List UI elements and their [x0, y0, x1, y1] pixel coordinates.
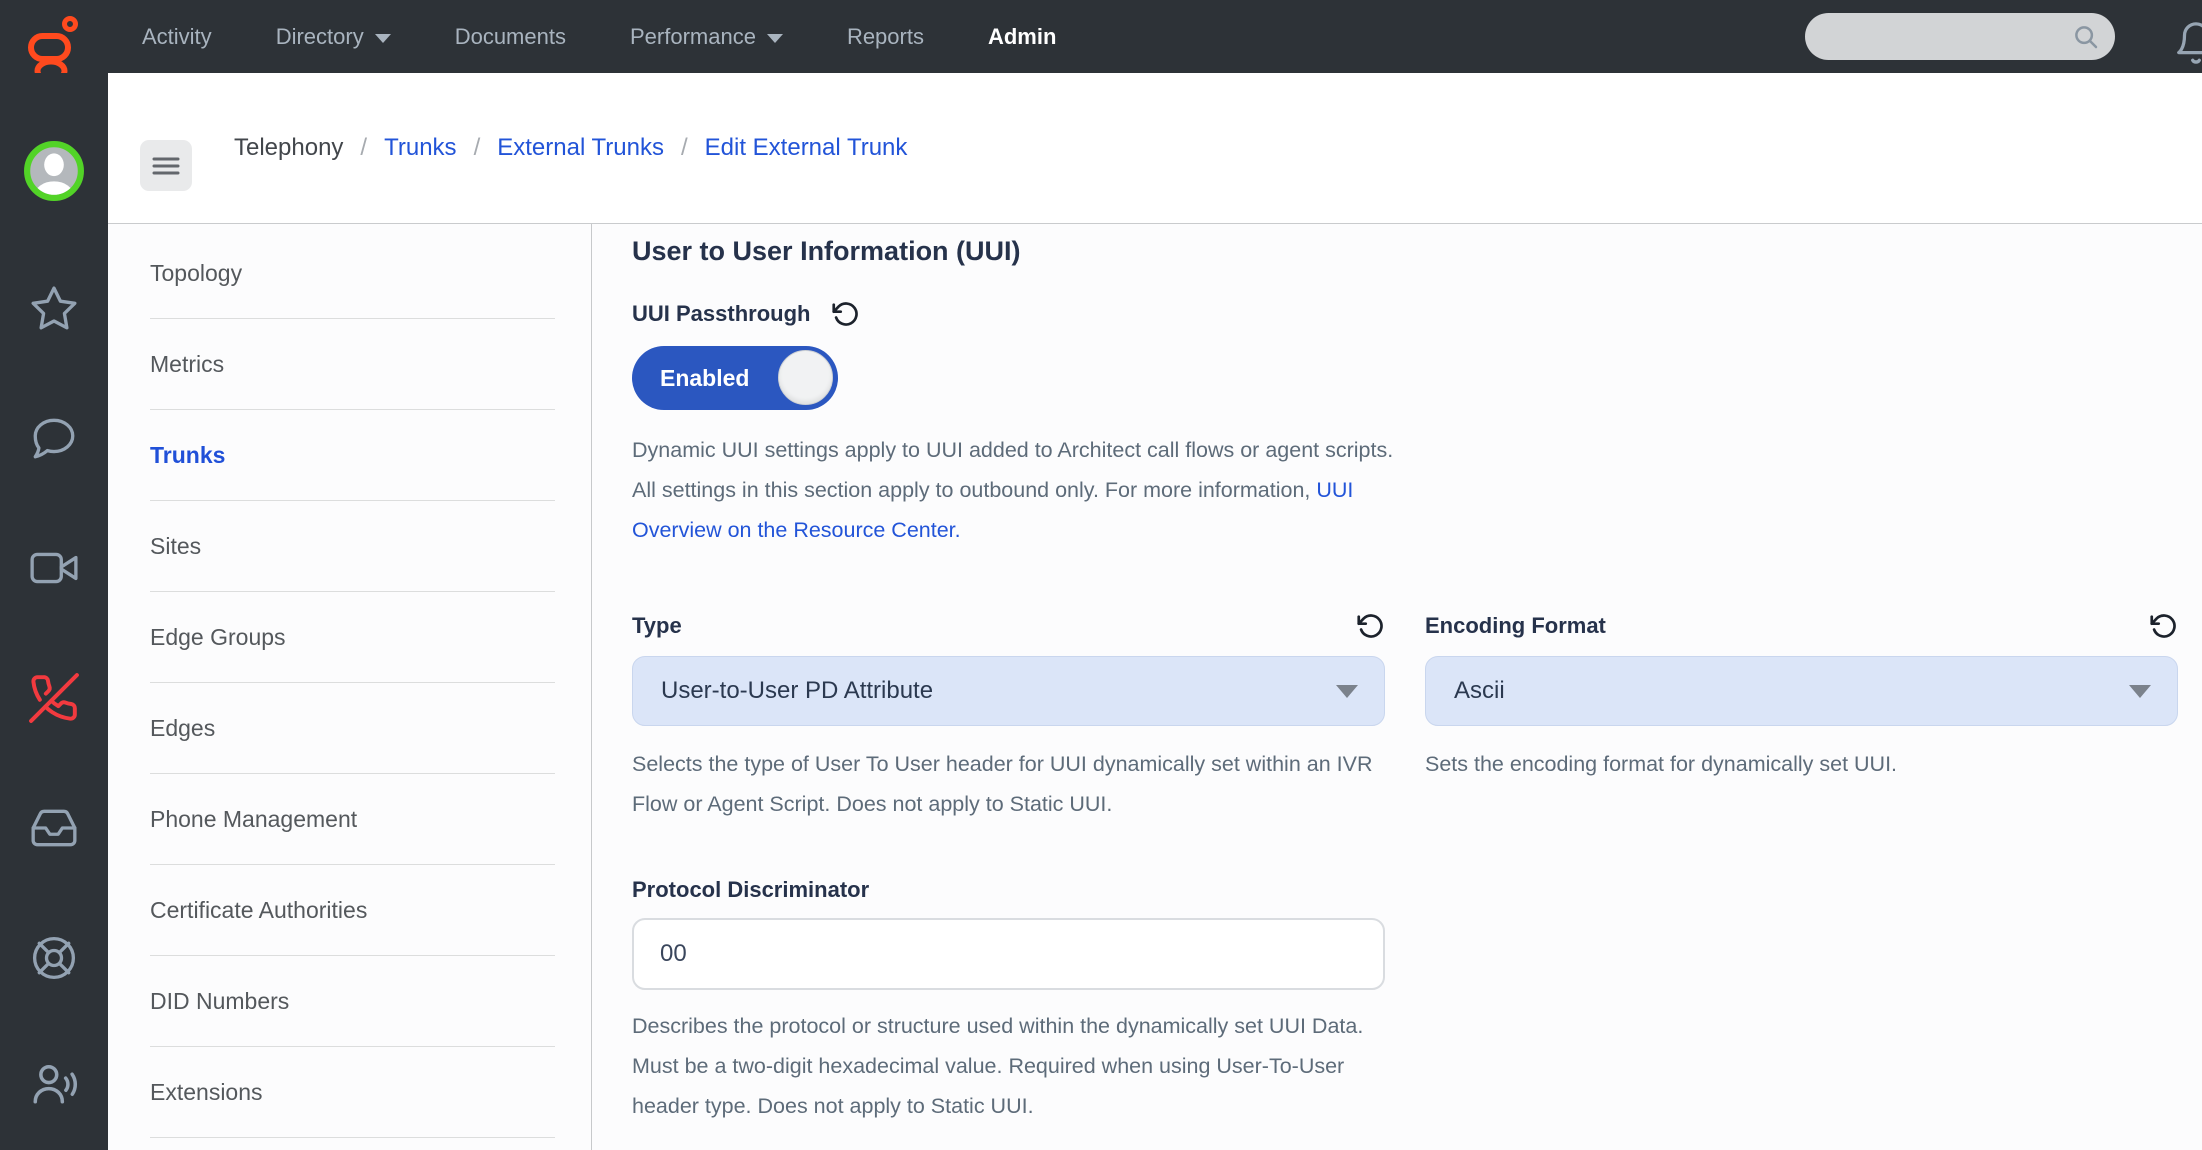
- nav-item-label: Documents: [455, 24, 566, 50]
- page-title: User to User Information (UUI): [632, 234, 1021, 268]
- edit-external-trunk-panel: User to User Information (UUI) UUI Passt…: [592, 224, 2202, 1150]
- nav-item-label: Reports: [847, 24, 924, 50]
- favorites-star-icon[interactable]: [29, 284, 79, 334]
- search-input[interactable]: [1827, 24, 2071, 49]
- chevron-down-icon: [767, 34, 783, 43]
- sidebar-item-label: Extensions: [150, 1079, 263, 1106]
- uui-passthrough-label: UUI Passthrough: [632, 301, 810, 327]
- nav-item-documents[interactable]: Documents: [455, 24, 566, 50]
- uui-description: Dynamic UUI settings apply to UUI added …: [632, 430, 1407, 550]
- sidebar-item-certificate-authorities[interactable]: Certificate Authorities: [150, 865, 555, 956]
- breadcrumb-separator: /: [474, 134, 481, 162]
- type-label: Type: [632, 613, 682, 639]
- nav-item-label: Admin: [988, 24, 1056, 50]
- breadcrumb-separator: /: [681, 134, 688, 162]
- chat-icon[interactable]: [29, 413, 79, 463]
- uui-passthrough-toggle[interactable]: Enabled: [632, 346, 838, 410]
- toggle-state-label: Enabled: [660, 346, 749, 410]
- video-icon[interactable]: [29, 543, 79, 593]
- chevron-down-icon: [2129, 685, 2151, 698]
- inbox-icon[interactable]: [29, 803, 79, 853]
- protocol-discriminator-helper-text: Describes the protocol or structure used…: [632, 1006, 1407, 1126]
- nav-item-directory[interactable]: Directory: [276, 24, 391, 50]
- sidebar-item-label: DID Numbers: [150, 988, 289, 1015]
- sidebar-item-label: Certificate Authorities: [150, 897, 367, 924]
- nav-item-label: Activity: [142, 24, 212, 50]
- protocol-discriminator-input[interactable]: [634, 940, 1383, 968]
- encoding-format-dropdown-value: Ascii: [1454, 677, 2129, 705]
- breadcrumb-bar: Telephony / Trunks / External Trunks / Edit Ex…: [108, 73, 2202, 224]
- help-wheel-icon[interactable]: [29, 933, 79, 983]
- sidebar-item-metrics[interactable]: Metrics: [150, 319, 555, 410]
- sidebar-item-label: Metrics: [150, 351, 224, 378]
- type-dropdown[interactable]: User-to-User PD Attribute: [632, 656, 1385, 726]
- sidebar-item-label: Edge Groups: [150, 624, 286, 651]
- nav-item-reports[interactable]: Reports: [847, 24, 924, 50]
- protocol-discriminator-field: [632, 918, 1385, 990]
- uui-passthrough-reset-icon[interactable]: [832, 300, 860, 328]
- type-helper-text: Selects the type of User To User header …: [632, 744, 1407, 824]
- encoding-format-dropdown[interactable]: Ascii: [1425, 656, 2178, 726]
- search-icon: [2071, 22, 2101, 52]
- agent-audio-icon[interactable]: [29, 1059, 79, 1109]
- breadcrumb-item-telephony: Telephony: [234, 134, 343, 162]
- notifications-bell-icon[interactable]: [2173, 20, 2202, 71]
- telephony-side-menu: Topology Metrics Trunks Sites Edge Groups Edg…: [108, 224, 592, 1150]
- sidebar-item-edge-groups[interactable]: Edge Groups: [150, 592, 555, 683]
- sidebar-item-sites[interactable]: Sites: [150, 501, 555, 592]
- sidebar-item-topology[interactable]: Topology: [150, 228, 555, 319]
- toggle-knob: [778, 350, 833, 405]
- sidebar-item-phone-management[interactable]: Phone Management: [150, 774, 555, 865]
- sidebar-item-label: Edges: [150, 715, 215, 742]
- left-icon-rail: [0, 73, 108, 1150]
- sidebar-item-label: Topology: [150, 260, 242, 287]
- primary-nav-menu: Activity Directory Documents Performance Rep…: [142, 0, 1056, 73]
- nav-item-activity[interactable]: Activity: [142, 24, 212, 50]
- sidebar-item-label: Phone Management: [150, 806, 357, 833]
- sidebar-item-edges[interactable]: Edges: [150, 683, 555, 774]
- breadcrumb: Telephony / Trunks / External Trunks / Edit Ex…: [234, 73, 907, 223]
- encoding-format-label: Encoding Format: [1425, 613, 1606, 639]
- encoding-format-reset-icon[interactable]: [2150, 612, 2178, 640]
- phone-disabled-icon[interactable]: [29, 673, 79, 723]
- global-search[interactable]: [1805, 13, 2115, 60]
- breadcrumb-item-external-trunks[interactable]: External Trunks: [497, 134, 664, 162]
- menu-toggle-button[interactable]: [140, 140, 192, 191]
- nav-item-admin[interactable]: Admin: [988, 24, 1056, 50]
- sidebar-item-label: Trunks: [150, 442, 225, 469]
- type-dropdown-value: User-to-User PD Attribute: [661, 677, 1336, 705]
- sidebar-item-trunks[interactable]: Trunks: [150, 410, 555, 501]
- user-avatar[interactable]: [23, 140, 85, 202]
- uui-description-text: Dynamic UUI settings apply to UUI added …: [632, 438, 1393, 502]
- protocol-discriminator-label: Protocol Discriminator: [632, 877, 869, 903]
- breadcrumb-item-trunks[interactable]: Trunks: [384, 134, 456, 162]
- type-reset-icon[interactable]: [1357, 612, 1385, 640]
- nav-item-label: Directory: [276, 24, 364, 50]
- nav-item-label: Performance: [630, 24, 756, 50]
- sidebar-item-extensions[interactable]: Extensions: [150, 1047, 555, 1138]
- app-window: Activity Directory Documents Performance Rep…: [0, 0, 2202, 1150]
- nav-item-performance[interactable]: Performance: [630, 24, 783, 50]
- sidebar-item-did-numbers[interactable]: DID Numbers: [150, 956, 555, 1047]
- chevron-down-icon: [1336, 685, 1358, 698]
- encoding-format-helper-text: Sets the encoding format for dynamically…: [1425, 744, 2200, 784]
- breadcrumb-separator: /: [360, 134, 367, 162]
- sidebar-item-label: Sites: [150, 533, 201, 560]
- chevron-down-icon: [375, 34, 391, 43]
- top-navigation-bar: Activity Directory Documents Performance Rep…: [0, 0, 2202, 73]
- breadcrumb-item-edit-external-trunk[interactable]: Edit External Trunk: [705, 134, 908, 162]
